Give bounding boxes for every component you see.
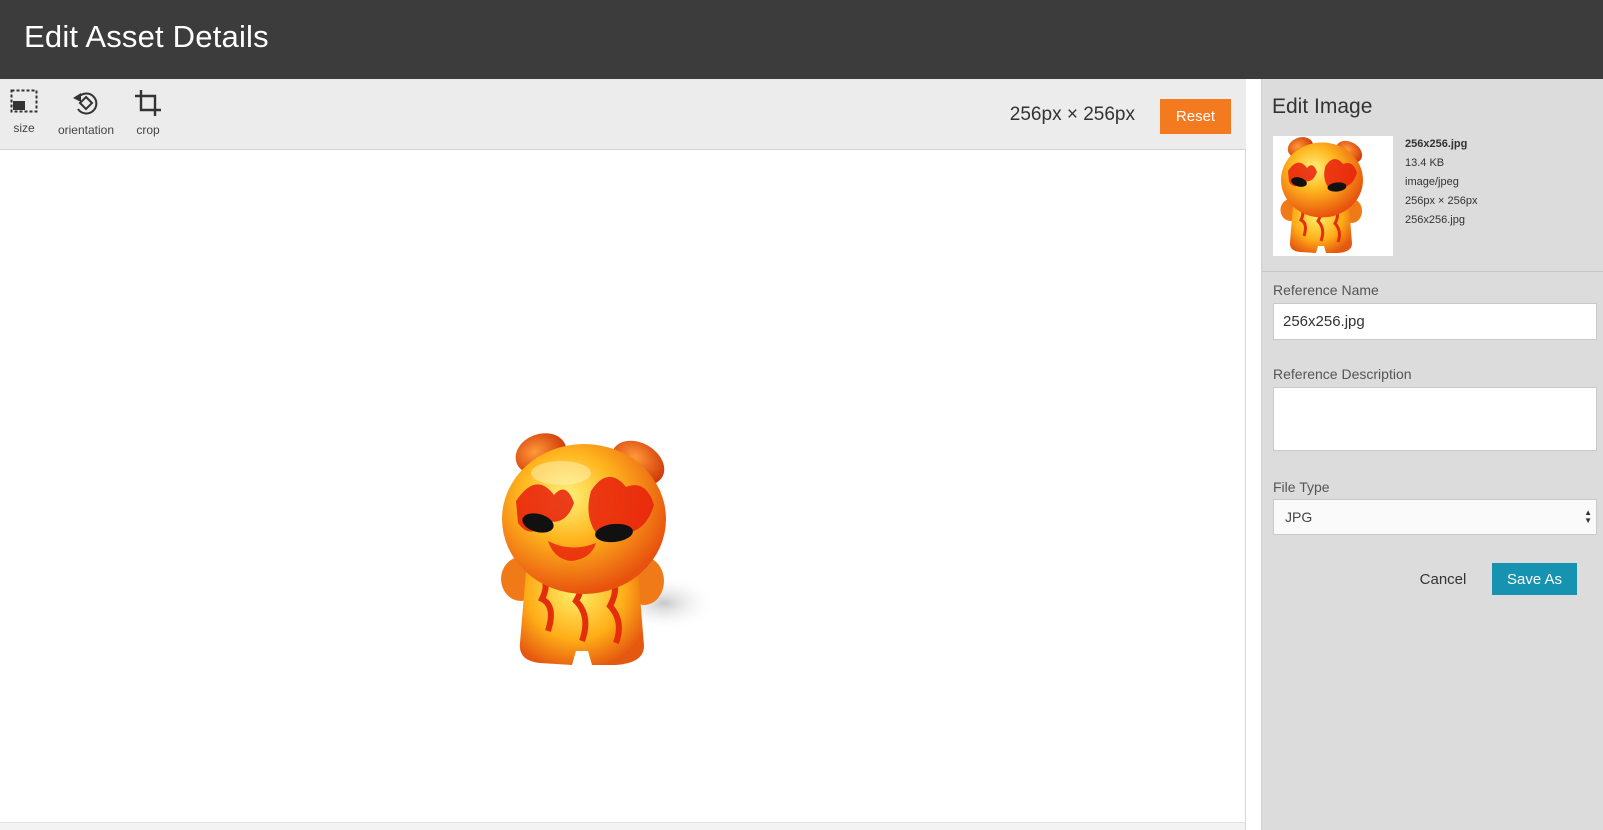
canvas-scrollbar-track[interactable] bbox=[0, 822, 1245, 830]
meta-filesize: 13.4 KB bbox=[1405, 157, 1445, 169]
orientation-tool[interactable]: orientation bbox=[54, 89, 118, 137]
image-editor: size orientation crop 256px × 256px Rese… bbox=[0, 79, 1246, 830]
meta-dimensions: 256px × 256px bbox=[1405, 195, 1478, 207]
page-title: Edit Asset Details bbox=[24, 19, 269, 54]
panel-divider bbox=[1262, 271, 1603, 272]
reference-name-input[interactable] bbox=[1273, 303, 1597, 340]
size-icon bbox=[10, 89, 38, 113]
cancel-button[interactable]: Cancel bbox=[1413, 563, 1473, 595]
reference-name-label: Reference Name bbox=[1273, 282, 1379, 298]
select-arrows-icon: ▲ ▼ bbox=[1584, 508, 1592, 525]
meta-filename: 256x256.jpg bbox=[1405, 138, 1468, 150]
crop-tool[interactable]: crop bbox=[130, 89, 166, 137]
editor-canvas[interactable] bbox=[0, 151, 1245, 822]
reference-description-label: Reference Description bbox=[1273, 366, 1412, 382]
size-tool-label: size bbox=[13, 121, 35, 135]
panel-title: Edit Image bbox=[1272, 95, 1373, 118]
file-type-select[interactable]: JPG ▲ ▼ bbox=[1273, 499, 1597, 535]
app-header: Edit Asset Details bbox=[0, 0, 1603, 79]
crop-tool-label: crop bbox=[136, 123, 160, 137]
size-tool[interactable]: size bbox=[8, 89, 40, 135]
crop-icon bbox=[135, 90, 161, 116]
rotate-icon bbox=[73, 92, 98, 115]
editor-toolbar: size orientation crop 256px × 256px Rese… bbox=[0, 79, 1246, 150]
file-type-label: File Type bbox=[1273, 479, 1330, 495]
image-thumbnail bbox=[1273, 136, 1393, 256]
reference-description-input[interactable] bbox=[1273, 387, 1597, 451]
image-metadata: 256x256.jpg 13.4 KB image/jpeg 256px × 2… bbox=[1405, 135, 1477, 230]
meta-path: 256x256.jpg bbox=[1405, 214, 1465, 226]
edit-image-panel: Edit Image 256x256.jpg 13.4 KB image/jpe… bbox=[1261, 79, 1603, 830]
orientation-tool-label: orientation bbox=[57, 123, 115, 137]
image-dimensions: 256px × 256px bbox=[1009, 104, 1135, 125]
fire-bear-toy-image bbox=[496, 431, 716, 676]
file-type-value: JPG bbox=[1285, 509, 1313, 525]
save-as-button[interactable]: Save As bbox=[1492, 563, 1577, 595]
meta-mimetype: image/jpeg bbox=[1405, 176, 1459, 188]
reset-button[interactable]: Reset bbox=[1160, 99, 1231, 134]
